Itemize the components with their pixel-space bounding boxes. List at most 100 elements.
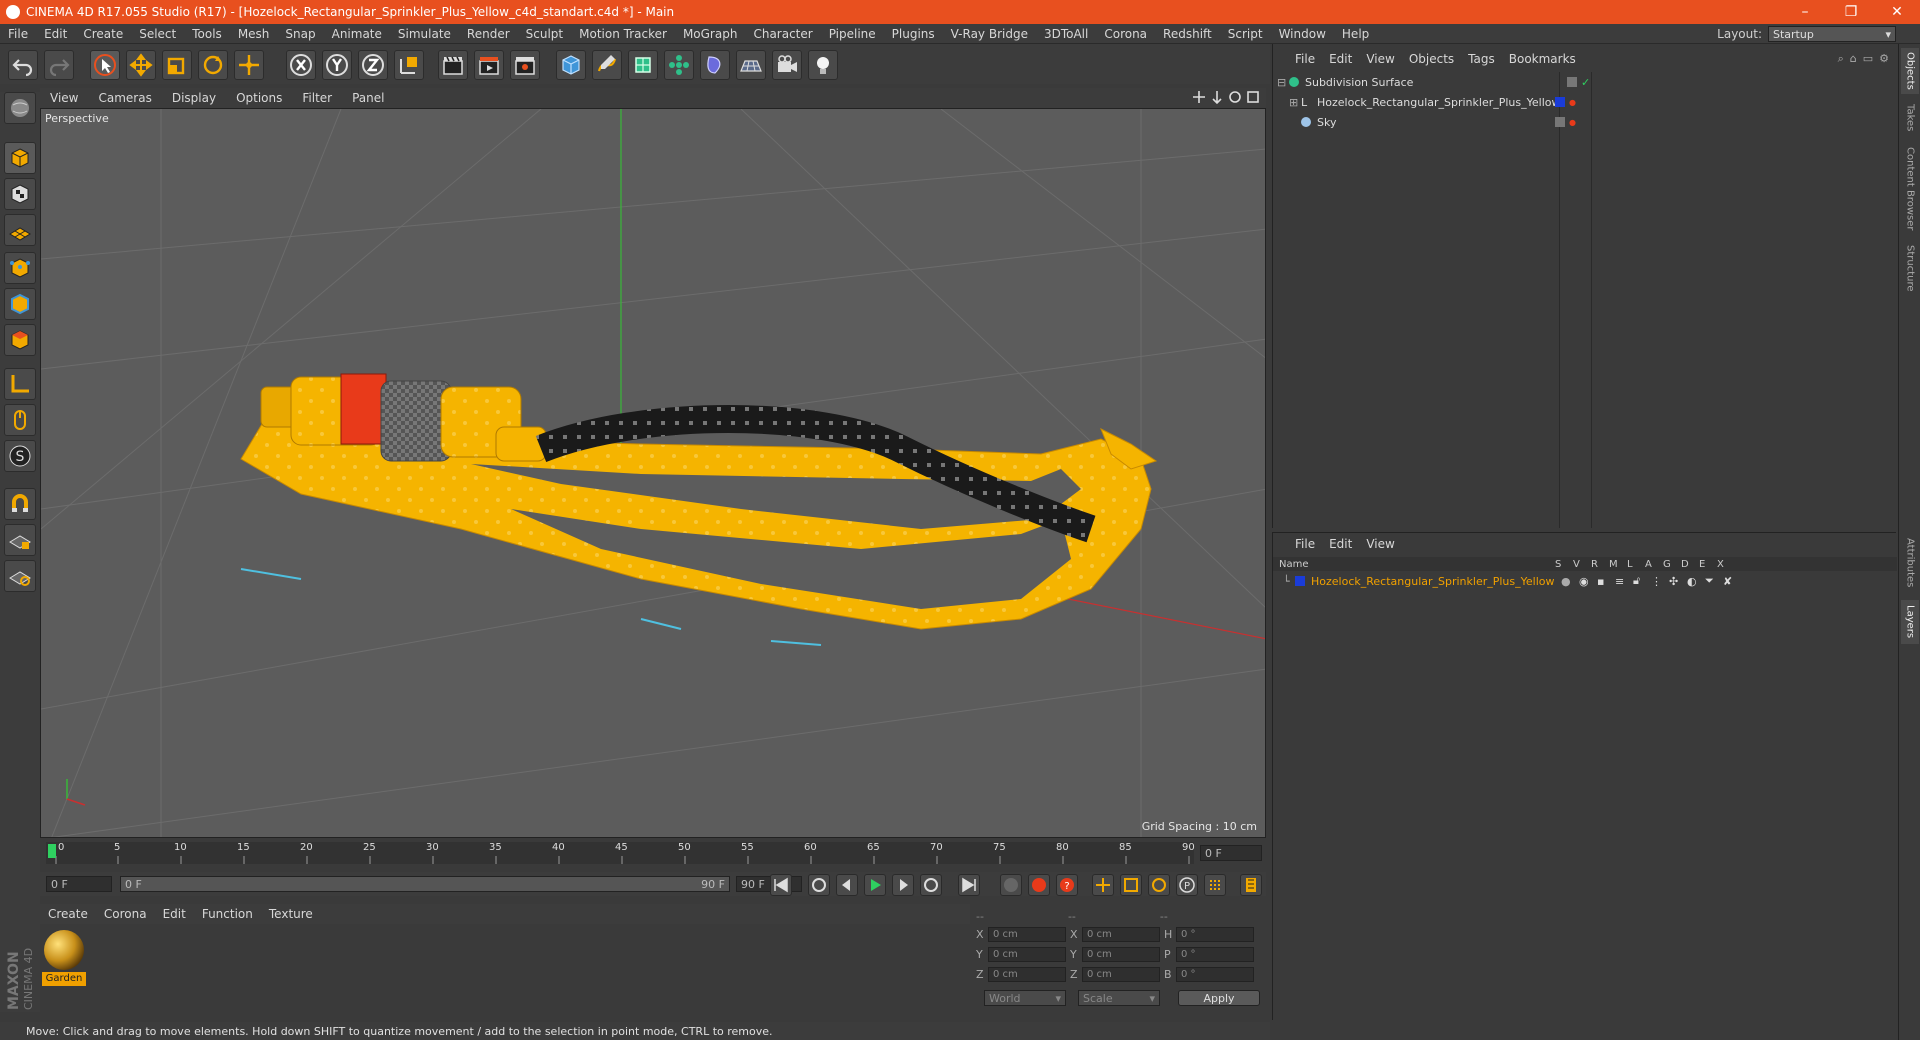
size-z-field[interactable]: 0 cm: [1082, 966, 1160, 982]
viewport-menu-filter[interactable]: Filter: [292, 91, 342, 105]
magnet-snap-button[interactable]: [4, 488, 36, 520]
redo-button[interactable]: [44, 50, 74, 80]
end-frame-field[interactable]: 90 F: [736, 876, 802, 892]
position-y-field[interactable]: 0 cm: [988, 946, 1066, 962]
menu-help[interactable]: Help: [1334, 27, 1377, 41]
menu-plugins[interactable]: Plugins: [884, 27, 943, 41]
workplane-mode-button[interactable]: [4, 214, 36, 246]
menu-mesh[interactable]: Mesh: [230, 27, 278, 41]
expand-icon[interactable]: ⊟: [1277, 76, 1289, 89]
apply-button[interactable]: Apply: [1178, 990, 1260, 1006]
om-menu-bookmarks[interactable]: Bookmarks: [1502, 52, 1583, 66]
viewport-menu-display[interactable]: Display: [162, 91, 226, 105]
timeline-ruler[interactable]: 0 5 10 15 20 25 30 35 40 45 50 55 60 65 …: [40, 842, 1266, 864]
coordinate-type-dropdown[interactable]: Scale ▾: [1078, 990, 1160, 1006]
viewport-menu-options[interactable]: Options: [226, 91, 292, 105]
tab-takes[interactable]: Takes: [1901, 100, 1919, 136]
material-swatch[interactable]: Garden: [42, 928, 88, 986]
menu-edit[interactable]: Edit: [36, 27, 75, 41]
coordinate-system-button[interactable]: [394, 50, 424, 80]
layer-color-swatch[interactable]: [1295, 576, 1305, 586]
menu-render[interactable]: Render: [459, 27, 518, 41]
menu-mograph[interactable]: MoGraph: [675, 27, 746, 41]
xref-icon[interactable]: ✘: [1723, 575, 1741, 588]
menu-script[interactable]: Script: [1220, 27, 1271, 41]
rotation-b-field[interactable]: 0 °: [1176, 966, 1254, 982]
render-view-button[interactable]: [438, 50, 468, 80]
menu-simulate[interactable]: Simulate: [390, 27, 459, 41]
polygons-mode-button[interactable]: [4, 324, 36, 356]
camera-button[interactable]: [772, 50, 802, 80]
menu-create[interactable]: Create: [75, 27, 131, 41]
position-x-field[interactable]: 0 cm: [988, 926, 1066, 942]
perspective-viewport[interactable]: Perspective Grid Spacing : 10 cm: [40, 108, 1266, 838]
material-menu-function[interactable]: Function: [194, 907, 261, 921]
layer-row[interactable]: └ Hozelock_Rectangular_Sprinkler_Plus_Ye…: [1277, 573, 1873, 589]
pan-view-icon[interactable]: [1192, 90, 1206, 104]
menu-sculpt[interactable]: Sculpt: [518, 27, 571, 41]
transform-tool-button[interactable]: [234, 50, 264, 80]
tab-layers[interactable]: Layers: [1901, 600, 1919, 644]
render-camera-icon[interactable]: ▪: [1597, 575, 1615, 588]
render-to-picture-viewer-button[interactable]: [474, 50, 504, 80]
menu-window[interactable]: Window: [1271, 27, 1334, 41]
array-generator-button[interactable]: [664, 50, 694, 80]
timeline-window-button[interactable]: [1240, 874, 1262, 896]
goto-next-key-button[interactable]: [920, 874, 942, 896]
menu-corona[interactable]: Corona: [1096, 27, 1155, 41]
y-axis-lock-button[interactable]: [322, 50, 352, 80]
x-axis-lock-button[interactable]: [286, 50, 316, 80]
light-button[interactable]: [808, 50, 838, 80]
deformer-button[interactable]: [700, 50, 730, 80]
move-tool-button[interactable]: [126, 50, 156, 80]
object-row[interactable]: Sky ●: [1277, 114, 1873, 130]
lock-icon[interactable]: 🔓︎: [1633, 574, 1651, 588]
record-active-objects-button[interactable]: [1028, 874, 1050, 896]
maximize-button[interactable]: ❐: [1828, 0, 1874, 24]
size-y-field[interactable]: 0 cm: [1082, 946, 1160, 962]
floor-scene-button[interactable]: [736, 50, 766, 80]
om-menu-tags[interactable]: Tags: [1461, 52, 1502, 66]
autokeying-button[interactable]: ?: [1056, 874, 1078, 896]
visibility-dot-icon[interactable]: ●: [1569, 98, 1576, 107]
scale-tool-button[interactable]: [162, 50, 192, 80]
visibility-dot-icon[interactable]: ●: [1569, 118, 1576, 127]
key-position-button[interactable]: [1092, 874, 1114, 896]
key-rotation-button[interactable]: [1148, 874, 1170, 896]
layout-dropdown[interactable]: Startup ▾: [1768, 26, 1896, 42]
viewport-canvas[interactable]: [41, 109, 1266, 838]
om-menu-view[interactable]: View: [1359, 52, 1401, 66]
key-parameter-button[interactable]: P: [1176, 874, 1198, 896]
expand-icon[interactable]: ⊞: [1289, 96, 1301, 109]
minimize-panel-icon[interactable]: ▭: [1863, 52, 1873, 66]
texture-mode-button[interactable]: [4, 178, 36, 210]
viewport-menu-panel[interactable]: Panel: [342, 91, 394, 105]
om-menu-file[interactable]: File: [1273, 52, 1322, 66]
om-menu-edit[interactable]: Edit: [1322, 52, 1359, 66]
current-frame-field[interactable]: 0 F: [1200, 845, 1262, 861]
rotation-h-field[interactable]: 0 °: [1176, 926, 1254, 942]
maximize-view-icon[interactable]: [1246, 90, 1260, 104]
animation-icon[interactable]: ⋮: [1651, 575, 1669, 588]
manager-icon[interactable]: ≡: [1615, 575, 1633, 588]
rotate-view-icon[interactable]: [1228, 90, 1242, 104]
rotate-tool-button[interactable]: [198, 50, 228, 80]
search-icon[interactable]: ⌕: [1838, 52, 1844, 66]
om-menu-objects[interactable]: Objects: [1402, 52, 1461, 66]
material-menu-corona[interactable]: Corona: [96, 907, 155, 921]
goto-previous-key-button[interactable]: [808, 874, 830, 896]
solo-toggle-icon[interactable]: ●: [1561, 575, 1579, 588]
axis-mode-button[interactable]: [4, 368, 36, 400]
object-row[interactable]: ⊟ Subdivision Surface ✓: [1277, 74, 1873, 90]
snap-settings-button[interactable]: S: [4, 440, 36, 472]
lm-menu-view[interactable]: View: [1359, 537, 1401, 551]
menu-snap[interactable]: Snap: [277, 27, 323, 41]
menu-animate[interactable]: Animate: [324, 27, 390, 41]
viewport-menu-cameras[interactable]: Cameras: [88, 91, 161, 105]
generator-icon[interactable]: ✣: [1669, 575, 1687, 588]
model-mode-button[interactable]: [4, 142, 36, 174]
menu-file[interactable]: File: [0, 27, 36, 41]
menu-3dtoall[interactable]: 3DToAll: [1036, 27, 1096, 41]
edit-render-settings-button[interactable]: [510, 50, 540, 80]
home-icon[interactable]: ⌂: [1850, 52, 1857, 66]
